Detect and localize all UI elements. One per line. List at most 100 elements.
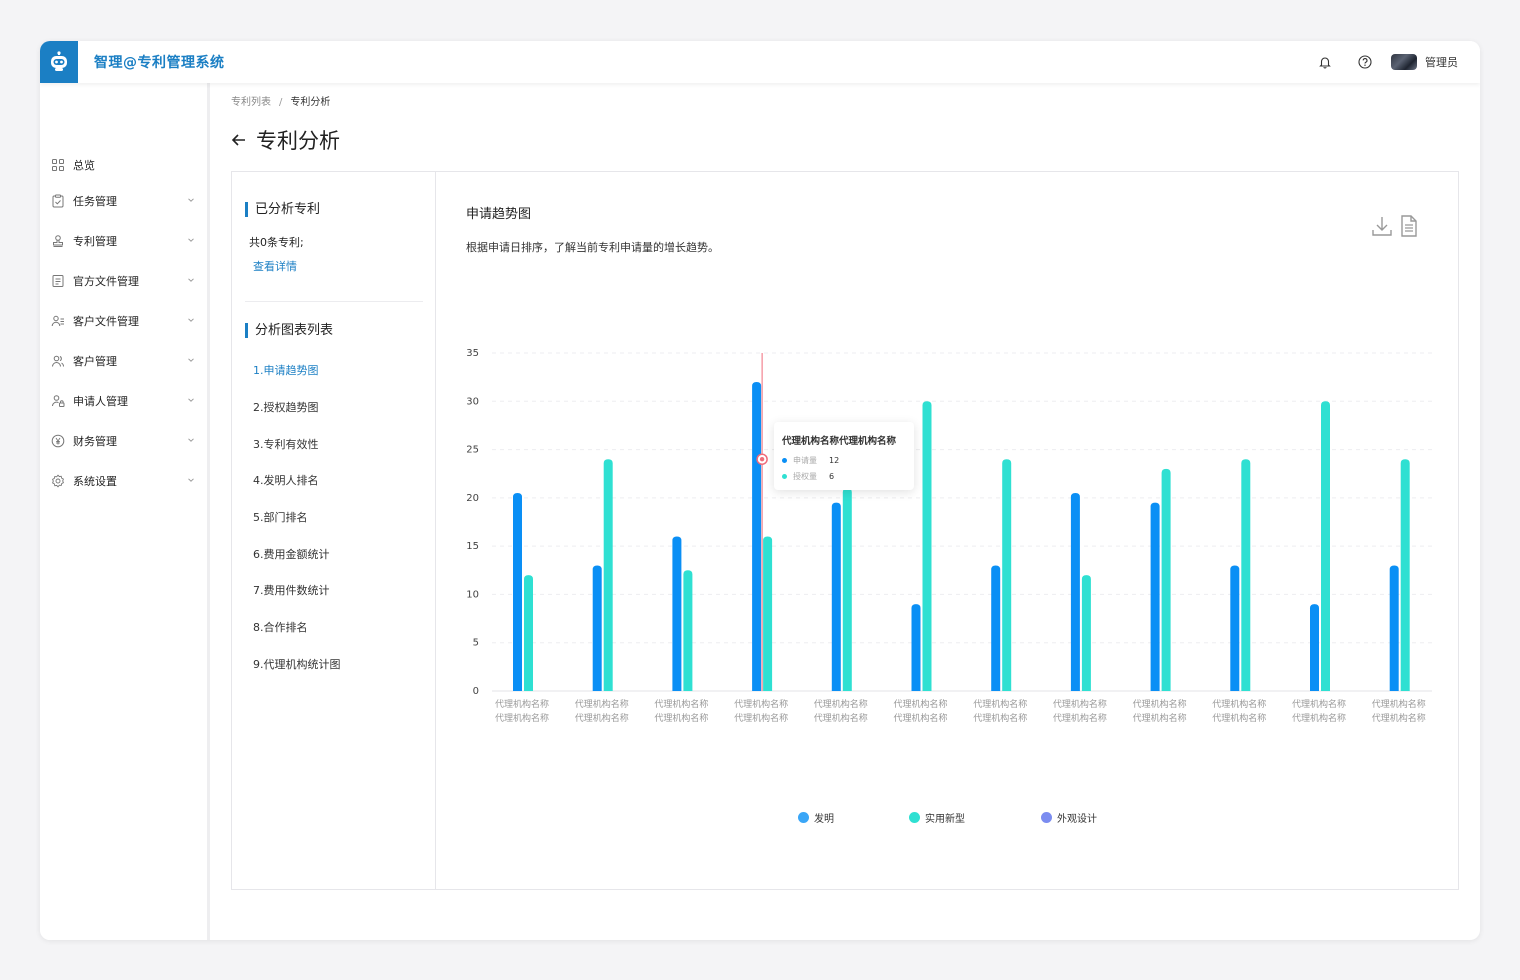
tooltip-title: 代理机构名称代理机构名称 <box>782 436 897 447</box>
x-tick-label: 代理机构名称 <box>495 712 549 724</box>
y-tick-label: 25 <box>466 445 479 456</box>
bar-utility <box>842 488 852 691</box>
x-tick-label: 代理机构名称 <box>973 698 1027 710</box>
legend-dot <box>909 812 920 823</box>
sidebar-item-overview[interactable]: 总览 <box>40 153 207 177</box>
bar-chart: 05101520253035代理机构名称代理机构名称代理机构名称代理机构名称代理… <box>466 348 1432 724</box>
settings-icon <box>52 474 64 488</box>
sidebar-item-label: 专利管理 <box>73 235 117 248</box>
main-content: 专利列表 / 专利分析 专利分析 已分析专利 共0条专利; 查看详情 分析图表列表 … <box>210 83 1480 940</box>
chevron-down-icon <box>188 198 194 202</box>
x-tick-label: 代理机构名称 <box>1212 712 1266 724</box>
breadcrumb: 专利列表 / 专利分析 <box>231 93 330 108</box>
section-divider <box>245 301 423 302</box>
chart-list-item[interactable]: 7.费用件数统计 <box>253 582 330 598</box>
bar-utility <box>683 570 693 691</box>
legend-dot <box>798 812 809 823</box>
grid-icon <box>52 159 64 171</box>
user-lock-icon <box>52 395 65 407</box>
top-bar: 智理@专利管理系统 管理员 <box>40 41 1480 83</box>
analyzed-section-title: 已分析专利 <box>245 202 320 217</box>
app-title: 智理@专利管理系统 <box>94 55 225 71</box>
chart-list-title: 分析图表列表 <box>245 323 333 338</box>
top-right-actions: 管理员 <box>1305 41 1458 83</box>
bar-utility <box>603 459 613 691</box>
sidebar-item-label: 财务管理 <box>73 435 117 448</box>
x-tick-label: 代理机构名称 <box>973 712 1027 724</box>
tooltip-row: 申请量 12 <box>782 455 839 466</box>
chart-list-item[interactable]: 9.代理机构统计图 <box>253 656 341 672</box>
x-tick-label: 代理机构名称 <box>734 712 788 724</box>
sidebar-item-applicants[interactable]: 申请人管理 <box>40 389 207 413</box>
bar-invention <box>752 381 762 691</box>
sidebar-item-label: 客户文件管理 <box>73 315 139 328</box>
chart-tooltip: 代理机构名称代理机构名称 申请量 12 授权量 6 <box>774 422 914 490</box>
sidebar-item-finance[interactable]: 财务管理 <box>40 429 207 453</box>
chevron-down-icon <box>188 318 194 322</box>
y-tick-label: 10 <box>466 589 479 600</box>
legend-item-invention[interactable]: 发明 <box>798 810 834 825</box>
chart-list-item[interactable]: 4.发明人排名 <box>253 472 319 488</box>
chevron-down-icon <box>188 358 194 362</box>
x-tick-label: 代理机构名称 <box>1133 698 1187 710</box>
chevron-down-icon <box>188 278 194 282</box>
tooltip-dot <box>782 458 787 463</box>
x-tick-label: 代理机构名称 <box>893 698 947 710</box>
chevron-down-icon <box>188 398 194 402</box>
chart-list-item[interactable]: 8.合作排名 <box>253 619 308 635</box>
robot-logo-icon[interactable] <box>40 41 78 83</box>
x-tick-label: 代理机构名称 <box>1292 698 1346 710</box>
chart-list-item[interactable]: 2.授权趋势图 <box>253 399 319 415</box>
bar-invention <box>1070 493 1080 691</box>
breadcrumb-parent[interactable]: 专利列表 <box>231 97 271 108</box>
bar-utility <box>1161 468 1171 691</box>
arrow-left-icon[interactable] <box>230 131 248 149</box>
chevron-down-icon <box>188 438 194 442</box>
avatar[interactable] <box>1391 54 1417 70</box>
x-tick-label: 代理机构名称 <box>1212 698 1266 710</box>
tooltip-dot <box>782 474 787 479</box>
x-tick-label: 代理机构名称 <box>1372 698 1426 710</box>
bar-utility <box>1081 575 1091 691</box>
sidebar-item-client-docs[interactable]: 客户文件管理 <box>40 309 207 333</box>
x-tick-label: 代理机构名称 <box>814 698 868 710</box>
sidebar-item-settings[interactable]: 系统设置 <box>40 469 207 493</box>
view-details-link[interactable]: 查看详情 <box>253 258 297 274</box>
bar-utility <box>524 575 533 691</box>
bar-utility <box>1321 401 1330 691</box>
chart-list-item[interactable]: 6.费用金额统计 <box>253 546 330 562</box>
sidebar-item-label: 总览 <box>73 159 95 172</box>
legend-item-design[interactable]: 外观设计 <box>1041 810 1097 825</box>
sidebar-item-official-docs[interactable]: 官方文件管理 <box>40 269 207 293</box>
y-tick-label: 0 <box>473 686 479 697</box>
chevron-down-icon <box>188 238 194 242</box>
tooltip-value: 12 <box>829 456 840 465</box>
x-tick-label: 代理机构名称 <box>1053 698 1107 710</box>
y-tick-label: 20 <box>466 493 479 504</box>
hover-marker-dot <box>759 457 765 462</box>
document-icon <box>52 275 64 287</box>
yen-coin-icon <box>51 434 65 448</box>
sidebar-item-label: 申请人管理 <box>73 395 128 408</box>
y-tick-label: 35 <box>466 348 479 359</box>
page-header: 专利分析 <box>230 125 340 155</box>
sidebar-item-patents[interactable]: 专利管理 <box>40 229 207 253</box>
chart-list-item[interactable]: 1.申请趋势图 <box>253 362 319 378</box>
bar-utility <box>922 401 932 691</box>
analysis-panel: 已分析专利 共0条专利; 查看详情 分析图表列表 1.申请趋势图 2.授权趋势图… <box>231 171 1459 890</box>
sidebar-item-clients[interactable]: 客户管理 <box>40 349 207 373</box>
sidebar-item-tasks[interactable]: 任务管理 <box>40 189 207 213</box>
breadcrumb-current: 专利分析 <box>290 97 331 108</box>
tooltip-value: 6 <box>829 472 835 481</box>
help-icon[interactable] <box>1345 41 1385 83</box>
chart-list-item[interactable]: 3.专利有效性 <box>253 436 319 452</box>
legend-dot <box>1041 812 1052 823</box>
x-tick-label: 代理机构名称 <box>1372 712 1426 724</box>
x-tick-label: 代理机构名称 <box>1292 712 1346 724</box>
sidebar-item-label: 任务管理 <box>73 195 117 208</box>
chart-list-item[interactable]: 5.部门排名 <box>253 509 308 525</box>
user-name[interactable]: 管理员 <box>1425 54 1458 70</box>
y-tick-label: 5 <box>473 638 479 649</box>
legend-item-utility[interactable]: 实用新型 <box>909 810 965 825</box>
bell-icon[interactable] <box>1305 41 1345 83</box>
